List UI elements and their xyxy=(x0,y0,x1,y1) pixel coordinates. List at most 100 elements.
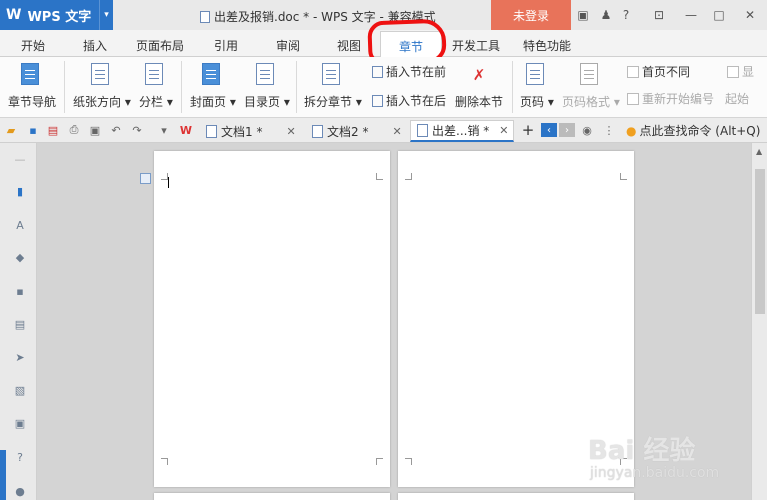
shirt-icon[interactable]: ♟ xyxy=(598,7,614,23)
doc-tab-1[interactable]: 文档1 * ✕ xyxy=(206,120,296,142)
insert-section-before-button[interactable]: 插入节在前 xyxy=(372,63,446,80)
paper-orientation-icon xyxy=(90,63,109,85)
scroll-up-icon[interactable]: ▲ xyxy=(756,147,762,156)
customize-dropdown-icon[interactable]: ▾ xyxy=(157,123,171,137)
close-tab-icon[interactable]: ✕ xyxy=(392,125,401,138)
wps-home-icon[interactable]: W xyxy=(179,123,193,137)
delete-section-button[interactable]: ✗ 删除本节 xyxy=(455,63,503,110)
page-number-format-button[interactable]: 页码格式 ▾ xyxy=(562,63,620,110)
layout-options-icon[interactable] xyxy=(140,173,151,184)
start-option[interactable]: 起始 xyxy=(725,90,749,107)
print-preview-icon[interactable]: ▣ xyxy=(88,123,102,137)
insert-after-icon xyxy=(372,94,383,107)
columns-icon xyxy=(144,63,163,85)
collapse-icon[interactable]: — xyxy=(14,153,26,166)
doc-tab-1-label: 文档1 * xyxy=(221,124,263,139)
tab-list-icon[interactable]: ◉ xyxy=(580,123,594,137)
app-menu-button[interactable]: W WPS 文字 ▾ xyxy=(0,0,113,30)
backup-icon[interactable]: ▣ xyxy=(14,417,26,430)
page-number-icon xyxy=(525,63,544,85)
save-icon[interactable]: ▪ xyxy=(26,123,40,137)
open-folder-icon[interactable]: ▰ xyxy=(4,123,18,137)
page-3[interactable] xyxy=(154,493,390,500)
paper-orientation-button[interactable]: 纸张方向 ▾ xyxy=(73,63,131,110)
page-1[interactable] xyxy=(154,151,390,487)
chevron-down-icon[interactable]: ▾ xyxy=(99,0,113,30)
help-icon[interactable]: ? xyxy=(618,7,634,23)
help-icon[interactable]: ? xyxy=(14,451,26,464)
delete-section-icon: ✗ xyxy=(472,66,486,84)
doc-tab-3[interactable]: 出差...销 * ✕ xyxy=(410,120,514,142)
skin-icon[interactable]: ▣ xyxy=(575,7,591,23)
chapter-nav-button[interactable]: 章节导航 xyxy=(8,63,56,110)
pin-icon[interactable]: ⋮ xyxy=(602,123,616,137)
print-icon[interactable]: ⎙ xyxy=(67,123,81,137)
picture-icon[interactable]: ▪ xyxy=(14,285,26,298)
tab-page-layout[interactable]: 页面布局 xyxy=(136,37,184,54)
login-button[interactable]: 未登录 xyxy=(491,0,571,30)
checkbox-icon xyxy=(727,65,739,78)
tab-references[interactable]: 引用 xyxy=(214,37,238,54)
columns-button[interactable]: 分栏 ▾ xyxy=(139,63,173,110)
doc-tab-2-label: 文档2 * xyxy=(327,124,369,139)
doc-tab-2[interactable]: 文档2 * ✕ xyxy=(312,120,402,142)
style-icon[interactable]: A xyxy=(14,219,26,232)
page-number-button[interactable]: 页码 ▾ xyxy=(520,63,554,110)
toc-page-button[interactable]: 目录页 ▾ xyxy=(244,63,290,110)
undo-icon[interactable]: ↶ xyxy=(109,123,123,137)
tab-insert[interactable]: 插入 xyxy=(83,37,107,54)
cover-page-label: 封面页 ▾ xyxy=(190,95,236,109)
margin-corner xyxy=(376,458,383,465)
show-checkbox[interactable]: 显 xyxy=(727,63,754,80)
tab-special[interactable]: 特色功能 xyxy=(523,37,571,54)
shapes-icon[interactable]: ◆ xyxy=(14,251,26,264)
chapter-nav-icon xyxy=(21,63,39,85)
baidu-watermark: Bai 经验 xyxy=(588,436,696,466)
next-tab-icon[interactable]: › xyxy=(559,123,575,137)
tab-review[interactable]: 审阅 xyxy=(276,37,300,54)
split-chapter-button[interactable]: 拆分章节 ▾ xyxy=(304,63,362,110)
lightbulb-icon: ● xyxy=(626,123,637,138)
review-icon[interactable]: ▧ xyxy=(14,384,26,397)
left-sidebar: — ▮ A ◆ ▪ ▤ ➤ ▧ ▣ ? ● xyxy=(0,143,37,500)
quick-access-bar: ▰ ▪ ▤ ⎙ ▣ ↶ ↷ ▾ W 文档1 * ✕ 文档2 * ✕ 出差...销… xyxy=(0,118,767,143)
page-number-format-icon xyxy=(579,63,598,85)
chat-icon[interactable]: ● xyxy=(14,485,26,498)
delete-section-label: 删除本节 xyxy=(455,95,504,109)
restart-numbering-checkbox[interactable]: 重新开始编号 xyxy=(627,90,714,107)
margin-corner xyxy=(405,458,412,465)
tab-view[interactable]: 视图 xyxy=(337,37,361,54)
paper-orientation-label: 纸张方向 ▾ xyxy=(73,95,131,109)
different-first-page-checkbox[interactable]: 首页不同 xyxy=(627,63,690,80)
cover-page-button[interactable]: 封面页 ▾ xyxy=(190,63,236,110)
page-4[interactable] xyxy=(398,493,634,500)
checkbox-icon xyxy=(627,92,639,105)
document-tools-icon[interactable]: ▤ xyxy=(14,318,26,331)
columns-label: 分栏 ▾ xyxy=(139,95,173,109)
find-command-box[interactable]: ● 点此查找命令 (Alt+Q) xyxy=(626,122,760,139)
close-icon[interactable]: ✕ xyxy=(742,7,758,23)
vertical-scrollbar[interactable]: ▲ xyxy=(751,143,767,500)
page-number-label: 页码 ▾ xyxy=(520,95,554,109)
maximize-icon[interactable]: □ xyxy=(711,7,727,23)
send-icon[interactable]: ➤ xyxy=(14,351,26,364)
scroll-thumb[interactable] xyxy=(755,169,765,314)
insert-section-after-label: 插入节在后 xyxy=(386,94,447,108)
tab-developer[interactable]: 开发工具 xyxy=(452,37,500,54)
prev-tab-icon[interactable]: ‹ xyxy=(541,123,557,137)
redo-icon[interactable]: ↷ xyxy=(130,123,144,137)
document-icon xyxy=(200,10,210,23)
export-pdf-icon[interactable]: ▤ xyxy=(46,123,60,137)
close-tab-icon[interactable]: ✕ xyxy=(286,125,295,138)
margin-corner xyxy=(161,458,168,465)
tab-home[interactable]: 开始 xyxy=(21,37,45,54)
new-tab-button[interactable]: + xyxy=(521,121,535,139)
new-document-icon[interactable]: ▮ xyxy=(14,185,26,198)
insert-section-after-button[interactable]: 插入节在后 xyxy=(372,92,446,109)
minimize-icon[interactable]: — xyxy=(683,7,699,23)
restore-panel-icon[interactable]: ⊡ xyxy=(651,7,667,23)
split-chapter-label: 拆分章节 ▾ xyxy=(304,95,362,109)
margin-corner xyxy=(161,173,168,180)
page-number-format-label: 页码格式 ▾ xyxy=(562,95,620,109)
close-tab-icon[interactable]: ✕ xyxy=(499,124,508,137)
